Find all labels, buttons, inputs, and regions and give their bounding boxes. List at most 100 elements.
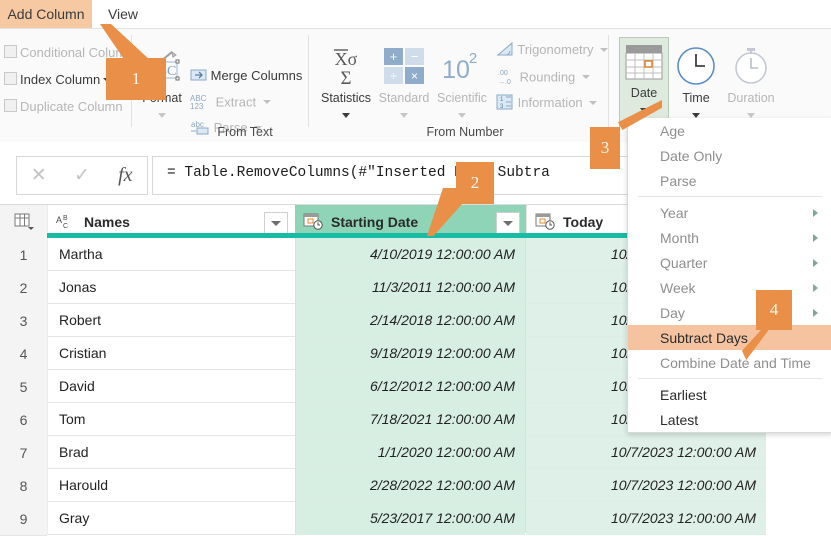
- stopwatch-icon: [722, 41, 780, 91]
- menu-item-date-only[interactable]: Date Only: [628, 143, 831, 168]
- chevron-down-icon[interactable]: [458, 113, 466, 118]
- cell-starting-date[interactable]: 11/3/2011 12:00:00 AM: [295, 271, 525, 304]
- cell-names[interactable]: Jonas: [47, 271, 295, 304]
- command-extract[interactable]: ABC 123 Extract: [190, 93, 271, 113]
- tab-add-column[interactable]: Add Column: [0, 0, 92, 29]
- chevron-down-icon[interactable]: [400, 113, 408, 118]
- cell-starting-date[interactable]: 7/18/2021 12:00:00 AM: [295, 403, 525, 436]
- chevron-down-icon[interactable]: [158, 113, 166, 118]
- duplicate-column-icon: [4, 99, 17, 112]
- command-duplicate-column[interactable]: Duplicate Column: [4, 99, 123, 114]
- callout-2: 2: [456, 162, 494, 204]
- menu-item-week[interactable]: Week: [628, 275, 831, 300]
- cell-starting-date[interactable]: 2/28/2022 12:00:00 AM: [295, 469, 525, 502]
- menu-item-day[interactable]: Day: [628, 300, 831, 325]
- chevron-down-icon: [503, 220, 513, 226]
- menu-item-label: Parse: [660, 172, 697, 189]
- row-number: 5: [0, 370, 47, 404]
- duration-button[interactable]: Duration: [722, 41, 780, 123]
- filter-button-names[interactable]: [264, 212, 288, 234]
- group-label-from-text: From Text: [217, 125, 273, 139]
- cell-names[interactable]: Tom: [47, 403, 295, 436]
- cell-names[interactable]: Martha: [47, 238, 295, 271]
- cell-starting-date[interactable]: 2/14/2018 12:00:00 AM: [295, 304, 525, 337]
- command-rounding[interactable]: .00 →.0 Rounding: [496, 68, 590, 88]
- menu-item-label: Earliest: [660, 386, 707, 403]
- abc123-icon: ABC 123: [190, 93, 212, 113]
- menu-item-label: Year: [660, 204, 689, 221]
- standard-label: Standard: [378, 91, 430, 105]
- chevron-down-icon[interactable]: [262, 100, 271, 105]
- time-button[interactable]: Time: [672, 41, 720, 123]
- menu-item-parse[interactable]: Parse: [628, 168, 831, 193]
- menu-item-label: Latest: [660, 411, 699, 428]
- callout-2-number: 2: [470, 173, 480, 192]
- ribbon-tab-strip: Add Column View: [0, 0, 831, 29]
- chevron-down-icon[interactable]: [342, 113, 350, 118]
- cell-starting-date[interactable]: 9/18/2019 12:00:00 AM: [295, 337, 525, 370]
- menu-separator: [638, 378, 822, 379]
- svg-text:Xσ: Xσ: [335, 49, 358, 69]
- statistics-button[interactable]: Xσ Σ Statistics: [318, 41, 374, 123]
- cell-today[interactable]: 10/7/2023 12:00:00 AM: [526, 469, 766, 502]
- cell-starting-date[interactable]: 5/23/2017 12:00:00 AM: [295, 502, 525, 535]
- menu-item-latest[interactable]: Latest: [628, 407, 831, 432]
- chevron-right-icon: [813, 234, 818, 242]
- column-header-label: Today: [563, 213, 604, 230]
- command-merge-columns[interactable]: Merge Columns: [190, 68, 302, 85]
- svg-text:B: B: [63, 215, 68, 222]
- cell-names[interactable]: Brad: [47, 436, 295, 469]
- cell-names[interactable]: David: [47, 370, 295, 403]
- cancel-formula-icon[interactable]: ✕: [20, 164, 58, 187]
- command-information[interactable]: 13 Information: [496, 94, 598, 113]
- advanced-editor-fx-icon[interactable]: fx: [106, 164, 144, 187]
- command-index-column[interactable]: Index Column: [4, 72, 112, 87]
- menu-item-quarter[interactable]: Quarter: [628, 250, 831, 275]
- cell-today[interactable]: 10/7/2023 12:00:00 AM: [526, 436, 766, 469]
- cell-starting-date[interactable]: 6/12/2012 12:00:00 AM: [295, 370, 525, 403]
- standard-operators-icon: + − ÷ ×: [376, 41, 432, 91]
- filter-button-starting-date[interactable]: [496, 212, 520, 234]
- cell-starting-date[interactable]: 1/1/2020 12:00:00 AM: [295, 436, 525, 469]
- conditional-column-icon: [4, 45, 17, 58]
- cell-starting-date[interactable]: 4/10/2019 12:00:00 AM: [295, 238, 525, 271]
- group-divider: [608, 35, 609, 127]
- cell-names[interactable]: Gray: [47, 502, 295, 535]
- svg-text:×: ×: [411, 69, 418, 83]
- abc-text-type-icon: ABC: [56, 214, 78, 229]
- column-divider: [295, 238, 296, 533]
- menu-item-year[interactable]: Year: [628, 200, 831, 225]
- standard-button[interactable]: + − ÷ × Standard: [376, 41, 432, 123]
- cell-names[interactable]: Harould: [47, 469, 295, 502]
- command-label: Duplicate Column: [20, 99, 123, 114]
- cell-today[interactable]: 10/7/2023 12:00:00 AM: [526, 502, 766, 535]
- power-query-editor-window: Add Column View Conditional Column Index…: [0, 0, 831, 536]
- duration-label: Duration: [727, 91, 775, 105]
- scientific-button[interactable]: 10 2 Scientific: [434, 41, 490, 123]
- command-trigonometry[interactable]: Trigonometry: [496, 41, 609, 60]
- callout-4-number: 4: [769, 300, 779, 319]
- chevron-down-icon[interactable]: [581, 75, 590, 80]
- cell-names[interactable]: Robert: [47, 304, 295, 337]
- accept-formula-icon[interactable]: ✓: [63, 164, 101, 187]
- menu-item-month[interactable]: Month: [628, 225, 831, 250]
- cell-names[interactable]: Cristian: [47, 337, 295, 370]
- chevron-down-icon: [271, 220, 281, 226]
- svg-text:2: 2: [469, 50, 477, 67]
- menu-item-subtract-days[interactable]: Subtract Days: [628, 325, 831, 350]
- svg-text:A: A: [56, 215, 62, 225]
- svg-text:÷: ÷: [390, 69, 397, 83]
- menu-item-label: Combine Date and Time: [660, 354, 811, 371]
- chevron-down-icon[interactable]: [589, 100, 598, 105]
- menu-item-label: Quarter: [660, 254, 708, 271]
- select-all-columns-button[interactable]: [0, 205, 47, 238]
- chevron-down-icon[interactable]: [600, 47, 609, 52]
- scientific-label: Scientific: [436, 91, 488, 105]
- menu-item-label: Date Only: [660, 147, 723, 164]
- svg-text:→.0: →.0: [498, 79, 511, 85]
- menu-item-earliest[interactable]: Earliest: [628, 382, 831, 407]
- menu-item-combine-date-and-time[interactable]: Combine Date and Time: [628, 350, 831, 375]
- command-label: Rounding: [519, 69, 576, 85]
- menu-item-age[interactable]: Age: [628, 118, 831, 143]
- date-dropdown-menu: Age Date Only Parse Year Month Quarter Week Day…: [627, 118, 831, 433]
